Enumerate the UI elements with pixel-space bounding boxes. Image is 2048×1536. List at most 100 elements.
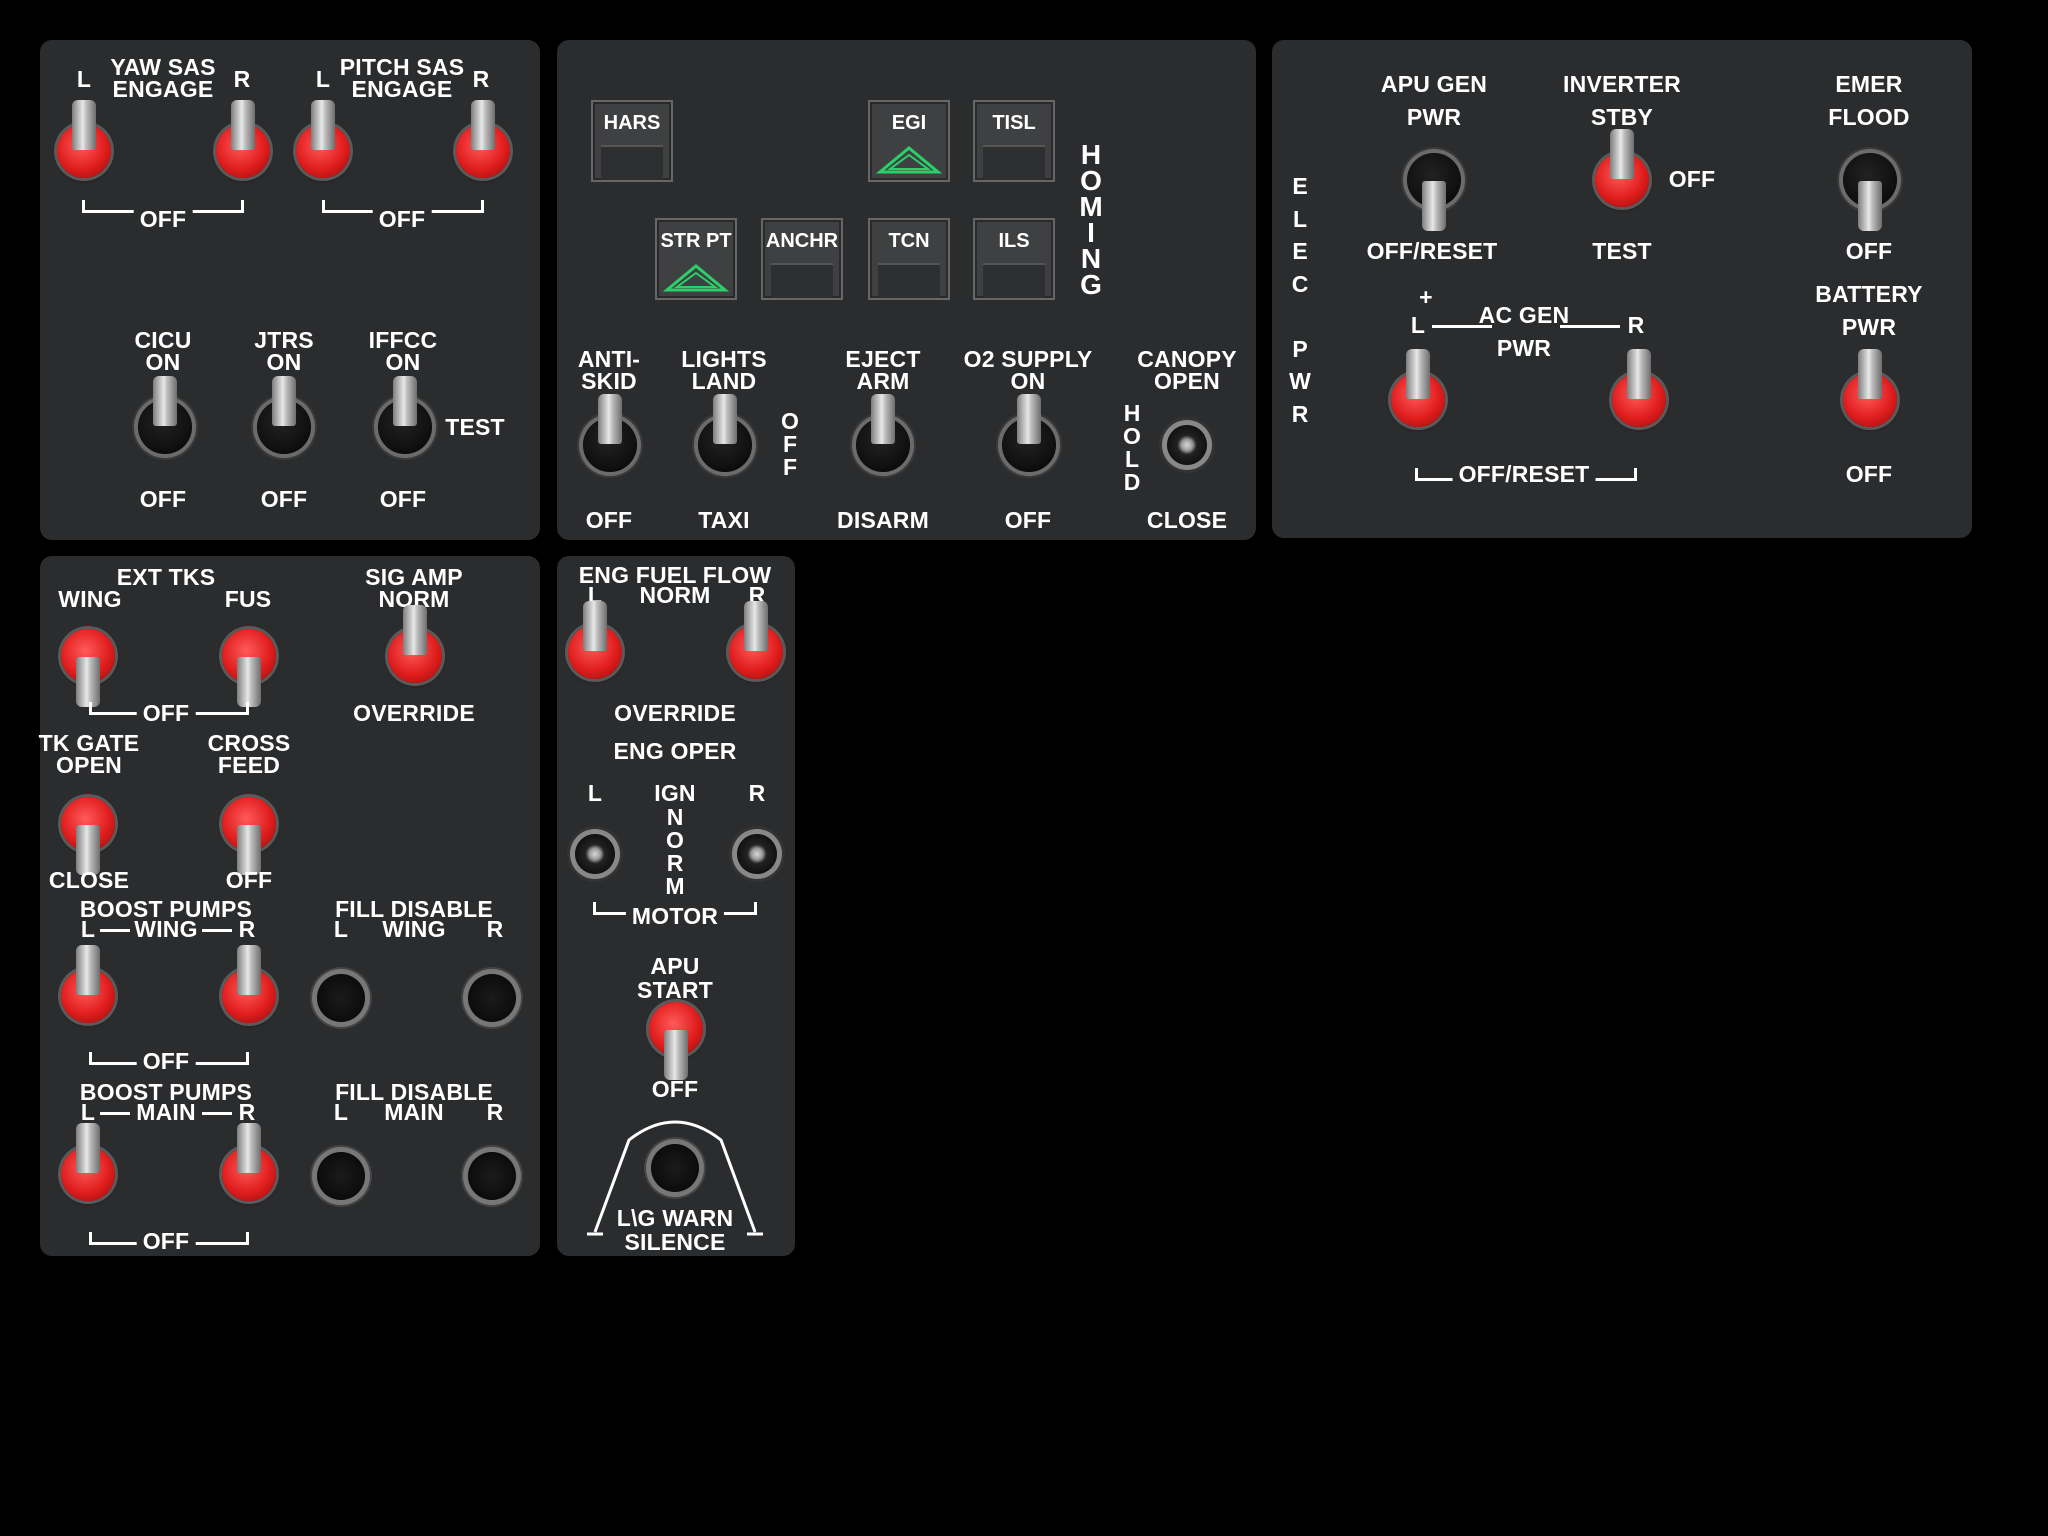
cross-feed-toggle[interactable]: [222, 797, 276, 875]
fill-wing-mid-label: WING: [382, 916, 446, 942]
yaw-sas-off-label: OFF: [133, 208, 193, 231]
fill-wing-left-button[interactable]: [317, 974, 365, 1022]
inverter-toggle[interactable]: [1595, 129, 1649, 207]
boost-wing-right-toggle[interactable]: [222, 945, 276, 1023]
emer-flood-label: EMER FLOOD: [1828, 71, 1910, 130]
apu-gen-off-label: OFF/RESET: [1366, 238, 1498, 264]
cross-feed-label: CROSS FEED: [207, 730, 291, 778]
anti-skid-off-label: OFF: [585, 507, 633, 533]
canopy-hold-label: H O L D: [1123, 400, 1141, 495]
tisl-indicator[interactable]: TISL: [973, 100, 1055, 182]
eject-toggle[interactable]: [856, 394, 910, 472]
eng-oper-left-switch[interactable]: [575, 834, 615, 874]
egi-indicator[interactable]: EGI: [868, 100, 950, 182]
jtrs-off-label: OFF: [260, 486, 308, 512]
fill-main-left-button[interactable]: [317, 1152, 365, 1200]
tcn-indicator[interactable]: TCN: [868, 218, 950, 300]
boost-wing-left-toggle[interactable]: [61, 945, 115, 1023]
apu-start-off-label: OFF: [651, 1076, 699, 1102]
fill-wing-right-button[interactable]: [468, 974, 516, 1022]
eng-oper-l-label: L: [587, 780, 603, 806]
anti-skid-toggle[interactable]: [583, 394, 637, 472]
boost-wing-mid-label: WING: [134, 916, 198, 942]
boost-main-left-toggle[interactable]: [61, 1123, 115, 1201]
apu-gen-toggle[interactable]: [1407, 153, 1461, 231]
ext-tks-fus-toggle[interactable]: [222, 629, 276, 707]
jtrs-toggle[interactable]: [257, 376, 311, 454]
yaw-sas-r-label: R: [233, 66, 251, 92]
boost-main-l-label: L: [80, 1099, 96, 1125]
inverter-test-label: TEST: [1592, 238, 1652, 264]
ac-gen-left-toggle[interactable]: [1391, 349, 1445, 427]
anti-skid-label: ANTI- SKID: [577, 346, 641, 394]
ac-gen-off-label: OFF/RESET: [1452, 463, 1596, 486]
fill-main-r-label: R: [486, 1099, 504, 1125]
cicu-toggle[interactable]: [138, 376, 192, 454]
boost-main-off-label: OFF: [136, 1230, 196, 1253]
boost-wing-off-label: OFF: [136, 1050, 196, 1073]
fuel-panel: EXT TKS WING FUS OFF SIG AMP NORM OVERRI…: [38, 556, 540, 1256]
ac-gen-title: AC GEN PWR: [1478, 302, 1570, 361]
fill-main-right-button[interactable]: [468, 1152, 516, 1200]
eject-disarm-label: DISARM: [837, 507, 929, 533]
fill-main-l-label: L: [333, 1099, 349, 1125]
cross-feed-off-label: OFF: [225, 867, 273, 893]
iffcc-on-label: IFFCC ON: [368, 327, 438, 375]
inverter-off-label: OFF: [1668, 166, 1716, 192]
apu-start-toggle[interactable]: [649, 1002, 703, 1080]
ext-tks-label: EXT TKS: [116, 564, 216, 590]
canopy-switch[interactable]: [1167, 425, 1207, 465]
lg-warn-silence-button[interactable]: [651, 1144, 699, 1192]
ac-gen-plus-label: +: [1419, 284, 1433, 310]
sas-panel: L YAW SAS ENGAGE R OFF L PITCH SAS ENGAG…: [40, 40, 540, 540]
canopy-open-label: CANOPY OPEN: [1137, 346, 1237, 394]
eng-oper-title: ENG OPER: [613, 738, 737, 764]
anchr-indicator[interactable]: ANCHR: [761, 218, 843, 300]
apu-start-label: APU START: [637, 953, 713, 1003]
fill-wing-r-label: R: [486, 916, 504, 942]
hars-indicator[interactable]: HARS: [591, 100, 673, 182]
yaw-sas-left-toggle[interactable]: [57, 100, 111, 178]
ils-indicator[interactable]: ILS: [973, 218, 1055, 300]
boost-wing-r-label: R: [238, 916, 256, 942]
pitch-sas-off-label: OFF: [372, 208, 432, 231]
lights-toggle[interactable]: [698, 394, 752, 472]
cicu-on-label: CICU ON: [134, 327, 192, 375]
eng-oper-ign-label: IGN: [654, 780, 696, 806]
str-pt-indicator[interactable]: STR PT: [655, 218, 737, 300]
emer-flood-toggle[interactable]: [1843, 153, 1897, 231]
battery-pwr-label: BATTERY PWR: [1815, 281, 1923, 340]
pitch-sas-right-toggle[interactable]: [456, 100, 510, 178]
tk-gate-label: TK GATE OPEN: [38, 730, 140, 778]
boost-main-right-toggle[interactable]: [222, 1123, 276, 1201]
boost-main-right-line: [202, 1112, 232, 1115]
lights-taxi-label: TAXI: [698, 507, 750, 533]
yaw-sas-right-toggle[interactable]: [216, 100, 270, 178]
fuel-flow-norm-label: NORM: [639, 582, 711, 608]
sig-amp-label: SIG AMP NORM: [365, 564, 463, 612]
emer-flood-off-label: OFF: [1845, 238, 1893, 264]
tk-gate-toggle[interactable]: [61, 797, 115, 875]
yaw-sas-l-label: L: [76, 66, 92, 92]
o2-supply-off-label: OFF: [1004, 507, 1052, 533]
iffcc-toggle[interactable]: [378, 376, 432, 454]
pitch-sas-r-label: R: [472, 66, 490, 92]
o2-supply-label: O2 SUPPLY ON: [963, 346, 1093, 394]
lights-off-label: O F F: [781, 408, 799, 480]
o2-supply-toggle[interactable]: [1002, 394, 1056, 472]
fuel-flow-override-label: OVERRIDE: [614, 700, 736, 726]
sig-amp-toggle[interactable]: [388, 605, 442, 683]
fuel-flow-right-toggle[interactable]: [729, 601, 783, 679]
iffcc-off-label: OFF: [379, 486, 427, 512]
ext-tks-wing-toggle[interactable]: [61, 629, 115, 707]
pitch-sas-l-label: L: [315, 66, 331, 92]
fuel-flow-left-toggle[interactable]: [568, 601, 622, 679]
battery-toggle[interactable]: [1843, 349, 1897, 427]
ac-gen-l-label: L: [1410, 312, 1426, 338]
ac-gen-right-toggle[interactable]: [1612, 349, 1666, 427]
ac-gen-right-line: [1560, 325, 1620, 328]
pitch-sas-left-toggle[interactable]: [296, 100, 350, 178]
ext-tks-wing-label: WING: [58, 586, 122, 612]
ext-tks-fus-label: FUS: [224, 586, 272, 612]
eng-oper-right-switch[interactable]: [737, 834, 777, 874]
